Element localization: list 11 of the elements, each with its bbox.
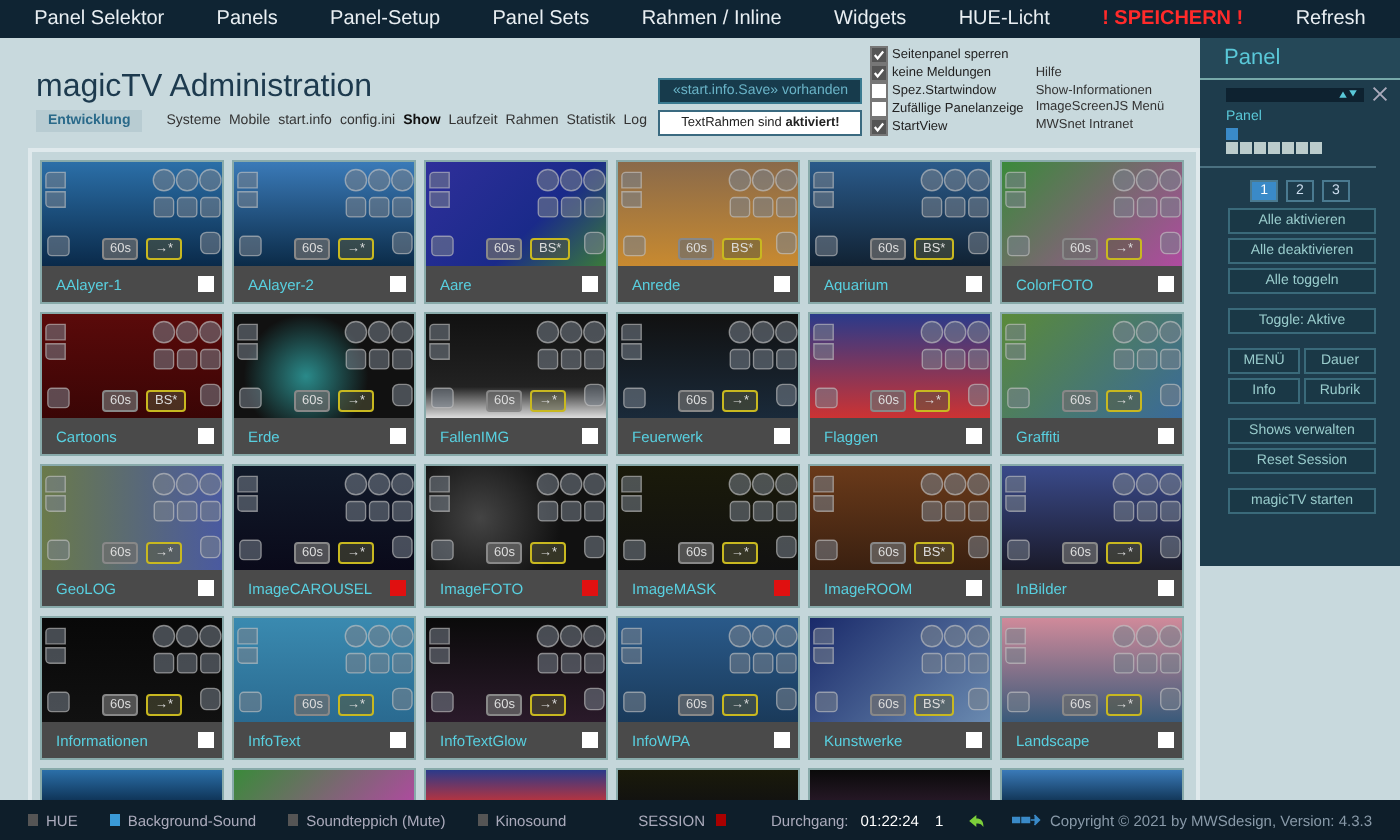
nav-link[interactable]: Panel Sets bbox=[492, 8, 590, 30]
nav-link[interactable]: Rahmen / Inline bbox=[641, 8, 782, 30]
nav-link[interactable]: Widgets bbox=[834, 8, 907, 30]
nav-link[interactable]: Panels bbox=[216, 8, 278, 30]
page-title: magicTV Administration bbox=[36, 70, 375, 106]
nav-link[interactable]: Refresh bbox=[1295, 8, 1366, 30]
nav-link[interactable]: ! SPEICHERN ! bbox=[1102, 8, 1244, 30]
nav-link[interactable]: Panel Selektor bbox=[34, 8, 165, 30]
panel-title: Panel bbox=[1200, 38, 1400, 80]
nav-link[interactable]: HUE-Licht bbox=[958, 8, 1050, 30]
nav-link[interactable]: Panel-Setup bbox=[330, 8, 441, 30]
